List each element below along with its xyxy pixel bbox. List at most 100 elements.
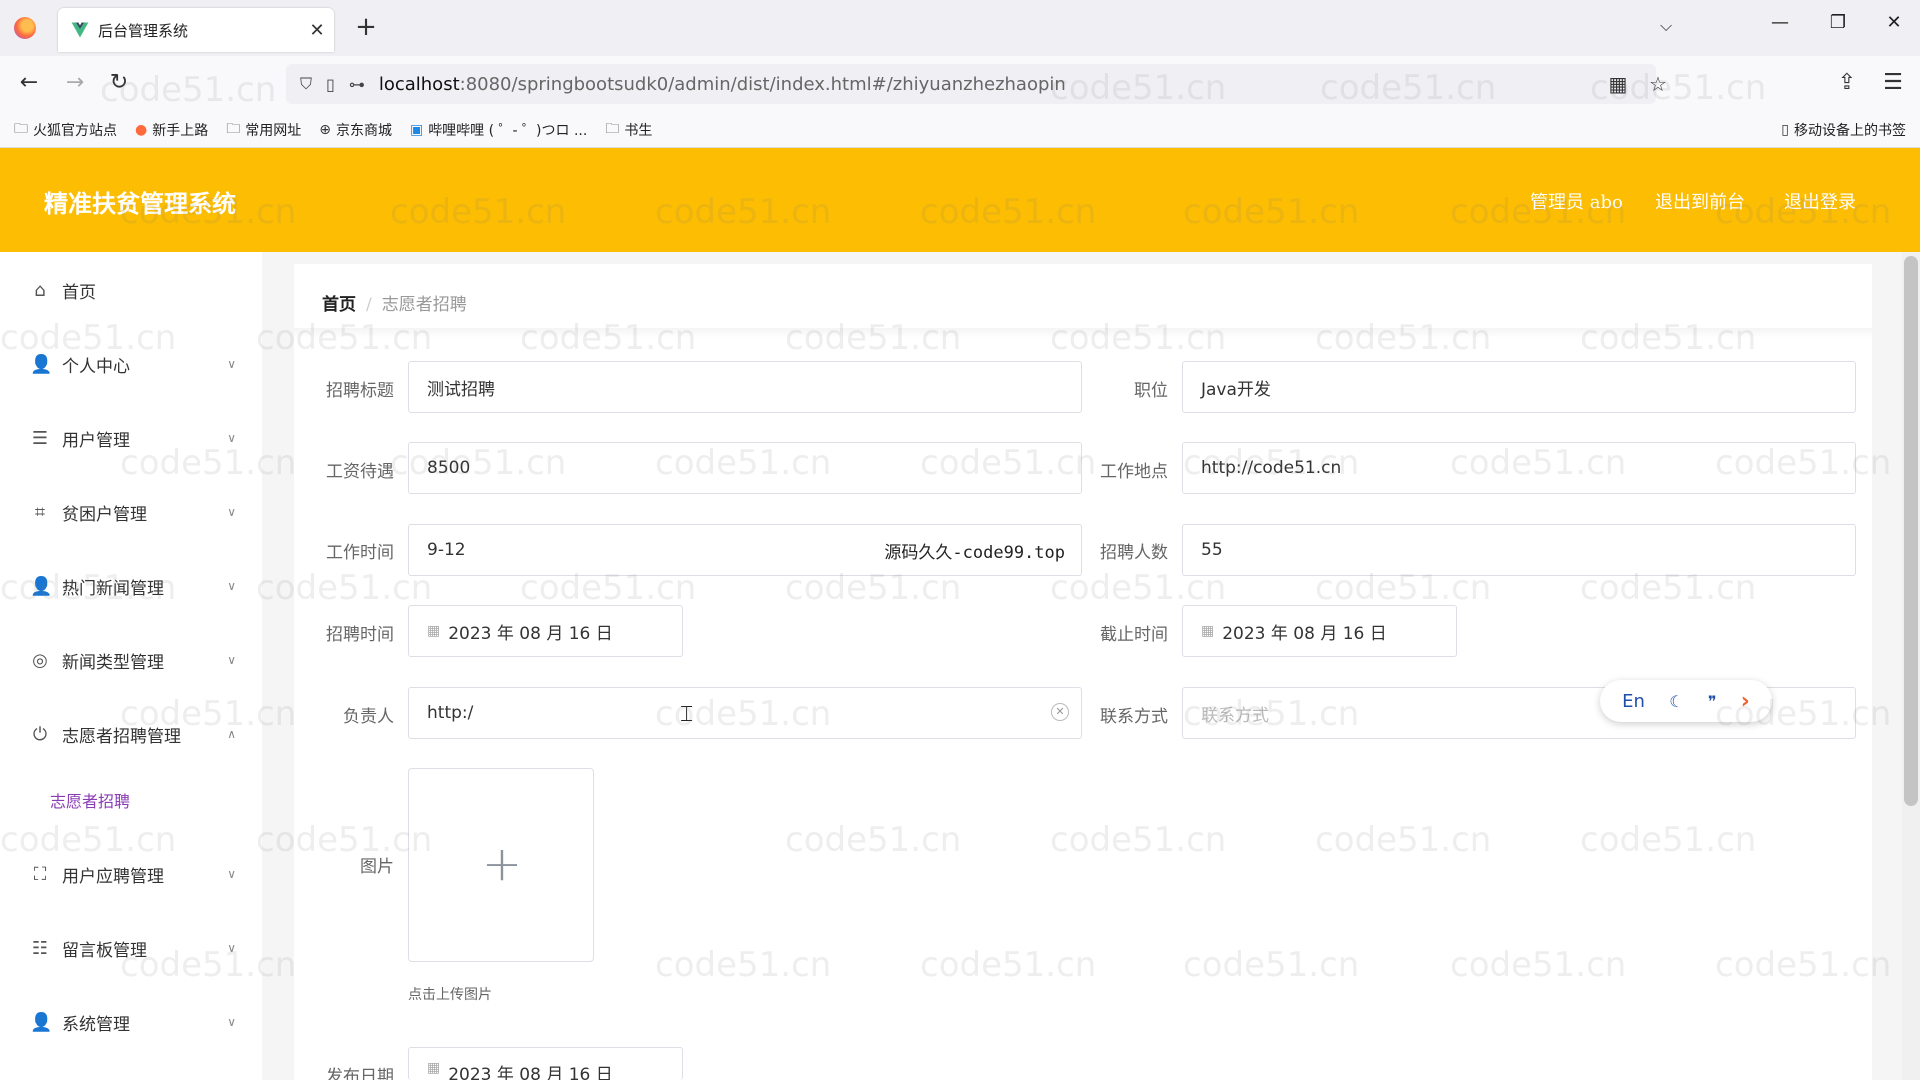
worktime-label: 工作时间 bbox=[326, 543, 394, 563]
chevron-down-icon: ∨ bbox=[227, 653, 236, 667]
breadcrumb-divider bbox=[294, 328, 1872, 338]
back-to-front-link[interactable]: 退出到前台 bbox=[1655, 188, 1745, 214]
image-label: 图片 bbox=[360, 857, 394, 877]
quote-icon[interactable]: ❞ bbox=[1708, 692, 1717, 711]
chevron-down-icon: ∨ bbox=[227, 1015, 236, 1029]
translate-en-button[interactable]: En bbox=[1622, 691, 1645, 712]
bookmark-star-icon[interactable]: ☆ bbox=[1642, 68, 1674, 100]
bookmark-item[interactable]: ▣ 哔哩哔哩 ( ゜- ゜)つロ ... bbox=[410, 120, 587, 140]
sidebar-item-volunteer-recruit[interactable]: ⏻ 志愿者招聘管理 ∧ bbox=[0, 704, 262, 764]
sidebar-item-hot-news[interactable]: 👤 热门新闻管理 ∨ bbox=[0, 556, 262, 616]
salary-input[interactable]: 8500 bbox=[408, 442, 1082, 494]
permissions-icon[interactable]: ⊶ bbox=[349, 75, 365, 94]
person-label: 负责人 bbox=[343, 707, 394, 727]
sliders-icon: ☷ bbox=[31, 937, 49, 959]
chevron-up-icon: ∧ bbox=[227, 727, 236, 741]
minimize-icon[interactable]: — bbox=[1760, 12, 1800, 33]
restore-icon[interactable]: ❐ bbox=[1818, 12, 1858, 33]
firefox-logo-icon[interactable] bbox=[14, 17, 36, 39]
plus-icon: + bbox=[481, 836, 523, 892]
position-input[interactable]: Java开发 bbox=[1182, 361, 1856, 413]
close-window-icon[interactable]: ✕ bbox=[1874, 12, 1914, 33]
upload-tip: 点击上传图片 bbox=[408, 987, 492, 1003]
image-uploader[interactable]: + bbox=[408, 768, 594, 962]
reload-icon[interactable]: ↻ bbox=[102, 66, 136, 100]
url-bar[interactable]: ⛉ ▯ ⊶ localhost:8080/springbootsudk0/adm… bbox=[286, 64, 1667, 104]
forward-icon[interactable]: → bbox=[58, 66, 92, 100]
sidebar-subitem-volunteer-recruit[interactable]: 志愿者招聘 bbox=[50, 788, 130, 812]
calendar-icon: ▦ bbox=[427, 1060, 441, 1076]
publish-date-label: 发布日期 bbox=[326, 1067, 394, 1080]
text-cursor-icon: ⌶ bbox=[680, 702, 694, 727]
browser-tab[interactable]: 后台管理系统 ✕ bbox=[58, 8, 334, 52]
chevron-right-icon[interactable]: › bbox=[1741, 689, 1750, 714]
logout-link[interactable]: 退出登录 bbox=[1784, 188, 1856, 214]
bookmark-item[interactable]: ● 新手上路 bbox=[135, 120, 208, 140]
browser-tab-bar: 后台管理系统 ✕ + ⌵ — ❐ ✕ bbox=[0, 0, 1920, 56]
contact-label: 联系方式 bbox=[1100, 707, 1168, 727]
sidebar-item-home[interactable]: ⌂ 首页 bbox=[0, 260, 262, 320]
chevron-down-icon: ∨ bbox=[227, 357, 236, 371]
sidebar-item-profile[interactable]: 👤 个人中心 ∨ bbox=[0, 334, 262, 394]
bookmark-item[interactable]: 🗀 常用网址 bbox=[226, 118, 301, 142]
count-label: 招聘人数 bbox=[1100, 543, 1168, 563]
home-icon: ⌂ bbox=[34, 279, 46, 301]
folder-icon: 🗀 bbox=[14, 120, 28, 137]
firefox-icon: ● bbox=[135, 121, 148, 138]
extensions-icon[interactable]: ⇪ bbox=[1830, 66, 1864, 100]
title-input[interactable]: 测试招聘 bbox=[408, 361, 1082, 413]
chevron-down-icon: ∨ bbox=[227, 941, 236, 955]
title-label: 招聘标题 bbox=[326, 381, 394, 401]
start-date-picker[interactable]: ▦ 2023 年 08 月 16 日 bbox=[408, 605, 683, 657]
moon-icon[interactable]: ☾ bbox=[1669, 692, 1683, 711]
calendar-icon: ▦ bbox=[1201, 623, 1215, 639]
bookmarks-bar: 🗀 火狐官方站点 ● 新手上路 🗀 常用网址 ⊕ 京东商城 ▣ 哔哩哔哩 ( ゜- ゜)つ… bbox=[0, 112, 1920, 148]
bookmark-item[interactable]: ⊕ 京东商城 bbox=[319, 120, 392, 140]
count-input[interactable]: 55 bbox=[1182, 524, 1856, 576]
breadcrumb-home[interactable]: 首页 bbox=[322, 295, 356, 315]
new-tab-icon[interactable]: + bbox=[350, 12, 382, 42]
mobile-bookmarks[interactable]: ▯ 移动设备上的书签 bbox=[1781, 120, 1906, 140]
worktime-input[interactable]: 9-12 源码久久-code99.top bbox=[408, 524, 1082, 576]
chevron-down-icon: ∨ bbox=[227, 579, 236, 593]
sidebar-item-poor-households[interactable]: ⌗ 贫困户管理 ∨ bbox=[0, 482, 262, 542]
breadcrumb-current: 志愿者招聘 bbox=[381, 295, 467, 315]
sidebar: ⌂ 首页 👤 个人中心 ∨ ☰ 用户管理 ∨ ⌗ 贫困户管理 ∨ 👤 热门新闻管… bbox=[0, 252, 262, 1080]
sidebar-item-users[interactable]: ☰ 用户管理 ∨ bbox=[0, 408, 262, 468]
sidebar-item-news-types[interactable]: ◎ 新闻类型管理 ∨ bbox=[0, 630, 262, 690]
tab-title: 后台管理系统 bbox=[98, 21, 189, 40]
back-icon[interactable]: ← bbox=[12, 66, 46, 100]
location-input[interactable]: http://code51.cn bbox=[1182, 442, 1856, 494]
tab-list-chevron-icon[interactable]: ⌵ bbox=[1660, 16, 1672, 36]
tab-close-icon[interactable]: ✕ bbox=[300, 20, 334, 41]
page-icon[interactable]: ▯ bbox=[326, 75, 335, 94]
vue-favicon-icon bbox=[71, 22, 89, 38]
scrollbar-thumb[interactable] bbox=[1904, 256, 1918, 806]
list-icon: ☰ bbox=[31, 427, 49, 449]
clear-input-icon[interactable]: ✕ bbox=[1051, 703, 1069, 721]
qr-code-icon[interactable]: ▦ bbox=[1602, 68, 1634, 100]
start-date-label: 招聘时间 bbox=[326, 625, 394, 645]
menu-icon[interactable]: ☰ bbox=[1876, 66, 1910, 100]
sidebar-item-applications[interactable]: ⛶ 用户应聘管理 ∨ bbox=[0, 844, 262, 904]
bookmark-item[interactable]: 🗀 火狐官方站点 bbox=[14, 118, 117, 142]
bookmark-item[interactable]: 🗀 书生 bbox=[605, 118, 652, 142]
sidebar-item-message-board[interactable]: ☷ 留言板管理 ∨ bbox=[0, 918, 262, 978]
breadcrumb-separator: / bbox=[366, 295, 372, 315]
location-label: 工作地点 bbox=[1100, 462, 1168, 482]
bilibili-icon: ▣ bbox=[409, 121, 424, 138]
translate-bubble[interactable]: En ☾ ❞ › bbox=[1600, 680, 1772, 722]
sidebar-item-system[interactable]: 👤 系统管理 ∨ bbox=[0, 992, 262, 1052]
app-header: 精准扶贫管理系统 管理员 abo 退出到前台 退出登录 bbox=[0, 148, 1920, 252]
end-date-picker[interactable]: ▦ 2023 年 08 月 16 日 bbox=[1182, 605, 1457, 657]
person-input[interactable]: http:/ ✕ bbox=[408, 687, 1082, 739]
publish-date-picker[interactable]: ▦ 2023 年 08 月 16 日 bbox=[408, 1047, 683, 1080]
url-host: localhost bbox=[378, 73, 460, 95]
chevron-down-icon: ∨ bbox=[227, 505, 236, 519]
globe-icon: ⊕ bbox=[319, 121, 331, 138]
user-icon: 👤 bbox=[30, 353, 53, 375]
chevron-down-icon: ∨ bbox=[227, 867, 236, 881]
power-icon: ⏻ bbox=[32, 723, 48, 745]
shield-icon[interactable]: ⛉ bbox=[300, 74, 312, 94]
chevron-down-icon: ∨ bbox=[227, 431, 236, 445]
